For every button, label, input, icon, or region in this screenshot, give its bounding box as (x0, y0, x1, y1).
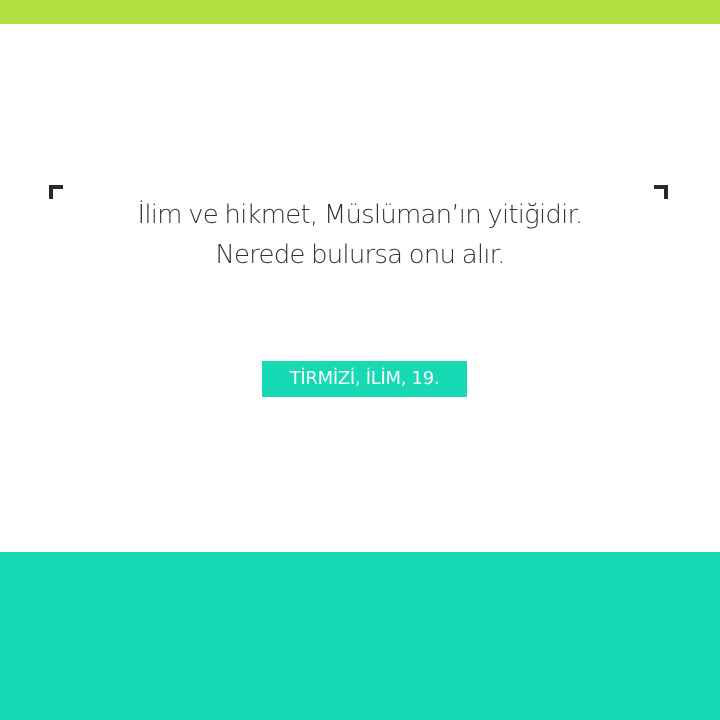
quote-text: İlim ve hikmet, Müslüman’ın yitiğidir. N… (60, 195, 660, 275)
quote-line-1: İlim ve hikmet, Müslüman’ın yitiğidir. (137, 200, 583, 230)
bottom-teal-band (0, 552, 720, 720)
quote-line-2: Nerede bulursa onu alır. (215, 240, 505, 270)
source-label: TİRMİZİ, İLİM, 19. (262, 361, 467, 397)
top-green-band (0, 0, 720, 24)
